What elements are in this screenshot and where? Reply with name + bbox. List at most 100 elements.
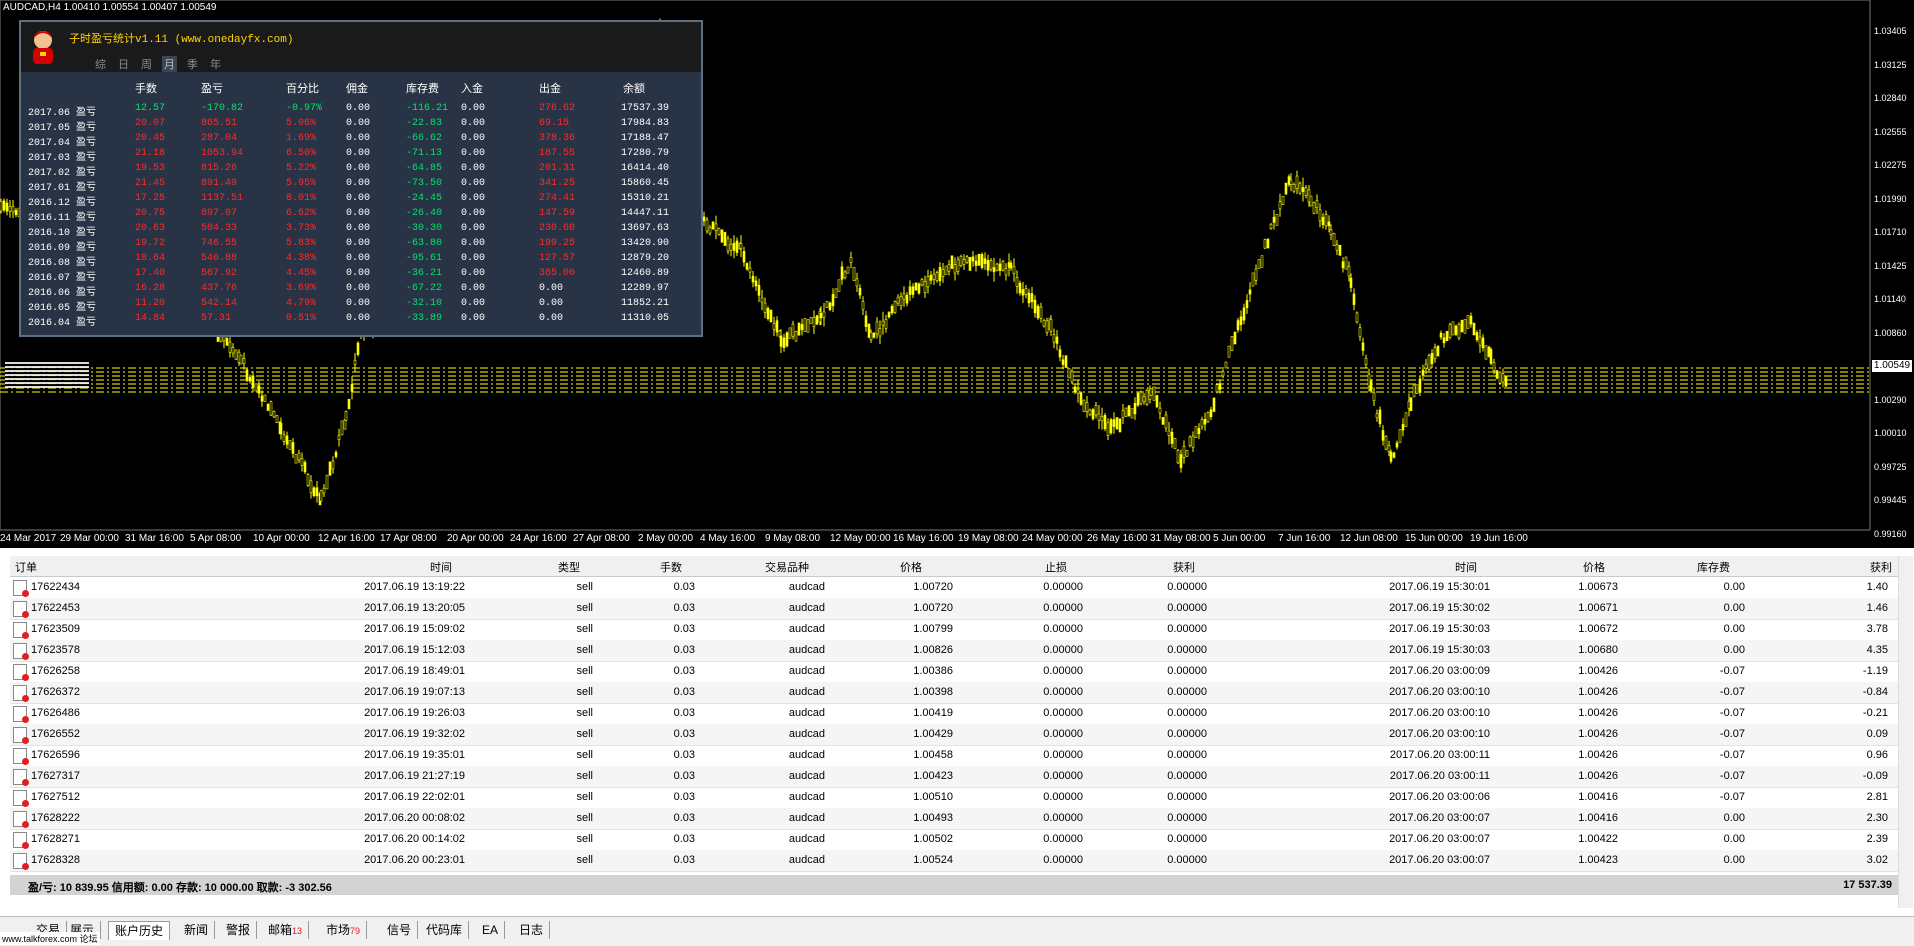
candle-body [968, 256, 972, 271]
stats-period: 2017.02 盈亏 [28, 168, 97, 179]
candle-body [1338, 244, 1342, 256]
stats-period: 2016.11 盈亏 [28, 213, 97, 224]
cell: 0.00000 [1167, 770, 1207, 782]
col-type[interactable]: 类型 [558, 559, 580, 575]
candle-body [312, 487, 316, 497]
tab-label: 信号 [387, 923, 412, 937]
col-profit[interactable]: 获利 [1870, 559, 1892, 575]
table-row[interactable]: 17623509 2017.06.19 15:09:02 sell 0.03 audca… [10, 619, 1900, 641]
table-row[interactable]: 17626596 2017.06.19 19:35:01 sell 0.03 audca… [10, 745, 1900, 767]
cell: 3.78 [1866, 623, 1888, 635]
candle-body [723, 231, 727, 246]
stats-bal: 17537.39 [621, 103, 670, 114]
stats-period: 2017.01 盈亏 [28, 183, 97, 194]
candle-body [1415, 384, 1419, 394]
cell: 2017.06.19 15:30:02 [1389, 602, 1490, 614]
stats-bal: 13420.90 [621, 238, 670, 249]
time-tick: 2 May 00:00 [638, 533, 694, 544]
table-row[interactable]: 17627512 2017.06.19 22:02:01 sell 0.03 audca… [10, 787, 1900, 809]
candle-body [325, 474, 329, 490]
stats-period: 2016.06 盈亏 [28, 288, 97, 299]
col-close-time[interactable]: 时间 [1455, 559, 1477, 575]
candle-body [986, 260, 990, 271]
candle-body [745, 263, 749, 270]
col-order[interactable]: 订单 [15, 559, 37, 575]
table-row[interactable]: 17626552 2017.06.19 19:32:02 sell 0.03 audca… [10, 724, 1900, 746]
candle-body [1079, 392, 1083, 405]
stats-row: 2016.06 盈亏 16.28 437.76 3.69% 0.00 -67.22 0.00… [21, 283, 701, 299]
cell: 1.00458 [913, 749, 953, 761]
table-row[interactable]: 17627317 2017.06.19 21:27:19 sell 0.03 audca… [10, 766, 1900, 788]
time-tick: 5 Apr 08:00 [190, 533, 242, 544]
candle-body [282, 434, 286, 442]
stats-lots: 18.64 [135, 253, 166, 264]
stats-pct: 5.83% [286, 238, 317, 249]
table-row[interactable]: 17628222 2017.06.20 00:08:02 sell 0.03 audca… [10, 808, 1900, 830]
bottom-tab[interactable]: 账户历史 [108, 921, 171, 940]
candle-body [1176, 449, 1180, 464]
vertical-scrollbar[interactable] [1898, 556, 1913, 908]
tab-overall[interactable]: 综 [93, 56, 108, 72]
stats-wd: 0.00 [539, 283, 564, 294]
cell: 0.00000 [1043, 707, 1083, 719]
candle-body [297, 452, 301, 461]
cell: 0.03 [673, 665, 695, 677]
bottom-tab[interactable]: 新闻 [178, 921, 216, 939]
bottom-tab[interactable]: EA [476, 921, 506, 939]
col-sl[interactable]: 止损 [1045, 559, 1067, 575]
tab-month[interactable]: 月 [162, 56, 177, 72]
candle-body [1203, 419, 1207, 425]
cell: 2017.06.19 15:12:03 [364, 644, 465, 656]
tab-year[interactable]: 年 [208, 56, 223, 72]
table-row[interactable]: 17628328 2017.06.20 00:23:01 sell 0.03 audca… [10, 850, 1900, 872]
stats-dep: 0.00 [461, 313, 486, 324]
table-row[interactable]: 17626486 2017.06.19 19:26:03 sell 0.03 audca… [10, 703, 1900, 725]
tab-quarter[interactable]: 季 [185, 56, 200, 72]
col-open-time[interactable]: 时间 [430, 559, 452, 575]
candle-body [950, 255, 954, 269]
table-row[interactable]: 17623578 2017.06.19 15:12:03 sell 0.03 audca… [10, 640, 1900, 662]
candle-body [1347, 266, 1351, 277]
cell: 0.00000 [1043, 770, 1083, 782]
col-open-price[interactable]: 价格 [900, 559, 922, 575]
col-close-price[interactable]: 价格 [1583, 559, 1605, 575]
bottom-tab[interactable]: 警报 [220, 921, 258, 939]
table-row[interactable]: 17622453 2017.06.19 13:20:05 sell 0.03 audca… [10, 598, 1900, 620]
bottom-tab[interactable]: 日志 [513, 921, 551, 939]
candle-body [231, 347, 235, 354]
candle-body [729, 243, 733, 251]
candle-body [1315, 200, 1319, 208]
tab-week[interactable]: 周 [139, 56, 154, 72]
candle-body [1430, 353, 1434, 365]
bottom-tab[interactable]: 代码库 [420, 921, 470, 939]
bottom-tab[interactable]: 信号 [381, 921, 419, 939]
col-tp[interactable]: 获利 [1173, 559, 1195, 575]
table-row[interactable]: 17626372 2017.06.19 19:07:13 sell 0.03 audca… [10, 682, 1900, 704]
stats-swap: -73.50 [406, 178, 443, 189]
bottom-tab[interactable]: 市场79 [320, 921, 368, 939]
table-row[interactable]: 17628271 2017.06.20 00:14:02 sell 0.03 audca… [10, 829, 1900, 851]
candle-body [902, 293, 906, 300]
bottom-tab[interactable]: 邮箱13 [262, 921, 310, 939]
cell: 2.30 [1866, 812, 1888, 824]
cell: 1.00426 [1578, 707, 1618, 719]
candle-body [344, 411, 348, 421]
col-lots[interactable]: 手数 [660, 559, 682, 575]
cell: sell [576, 707, 593, 719]
col-symbol[interactable]: 交易品种 [765, 559, 809, 575]
forum-link[interactable]: www.talkforex.com 论坛 [0, 932, 100, 945]
stats-period-tabs[interactable]: 综 日 周 月 季 年 [93, 56, 223, 72]
col-swap[interactable]: 库存费 [1697, 559, 1730, 575]
candle-body [1012, 266, 1016, 274]
candle-body [947, 264, 951, 272]
tab-day[interactable]: 日 [116, 56, 131, 72]
candle-body [1109, 419, 1113, 434]
price-tick: 1.02555 [1874, 126, 1907, 137]
candle-body [245, 369, 249, 381]
table-row[interactable]: 17626258 2017.06.19 18:49:01 sell 0.03 audca… [10, 661, 1900, 683]
candle-body [980, 254, 984, 268]
sell-order-icon [13, 811, 29, 828]
table-row[interactable]: 17622434 2017.06.19 13:19:22 sell 0.03 audca… [10, 577, 1900, 599]
candle-body [1301, 187, 1305, 192]
candle-body [872, 332, 876, 338]
